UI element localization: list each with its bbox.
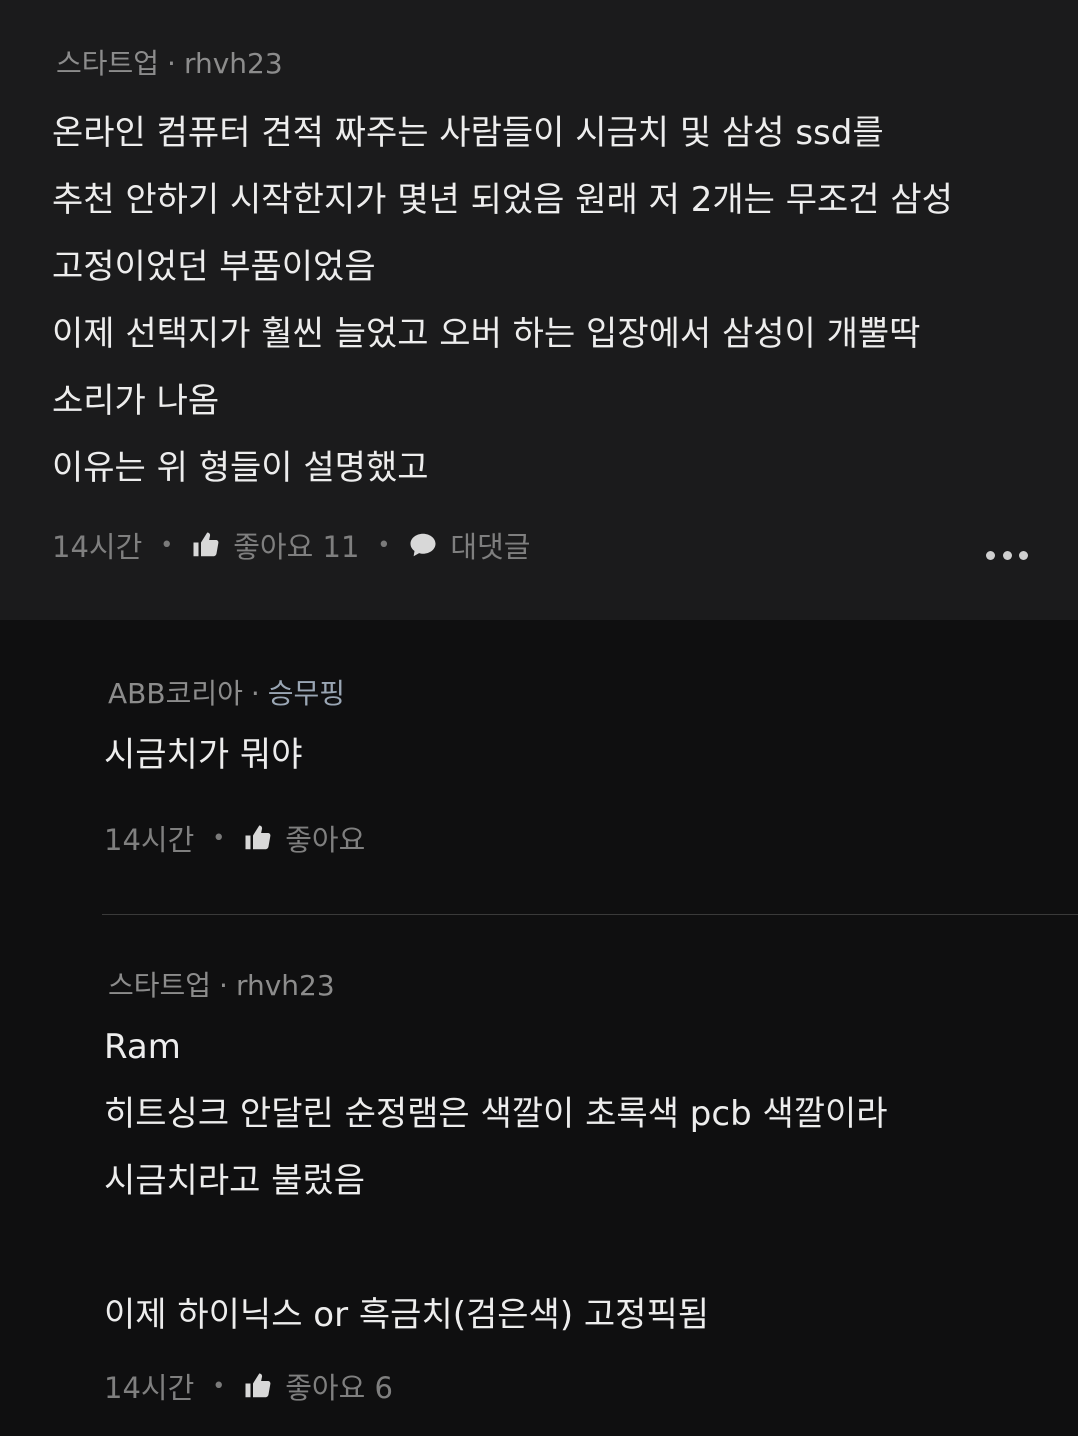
like-button[interactable]: 좋아요 11 — [233, 524, 359, 566]
reply-divider — [102, 914, 1078, 915]
more-dot — [986, 550, 995, 560]
speech-bubble-icon[interactable] — [408, 530, 438, 560]
separator-dot: · — [250, 677, 260, 710]
reply-meta: 14시간 • 좋아요 — [104, 818, 365, 858]
thumbs-up-icon[interactable] — [191, 530, 221, 560]
reply-author[interactable]: ABB코리아 · 승무핑 — [108, 676, 345, 712]
author-name[interactable]: rhvh23 — [184, 47, 283, 80]
separator-dot: • — [212, 825, 226, 851]
like-button[interactable]: 좋아요 — [285, 817, 365, 859]
author-name[interactable]: rhvh23 — [236, 969, 335, 1002]
comment-body: 온라인 컴퓨터 견적 짜주는 사람들이 시금치 및 삼성 ssd를 추천 안하기… — [52, 113, 953, 488]
comment-meta: 14시간 • 좋아요 11 • 대댓글 — [52, 525, 530, 565]
thumbs-up-icon[interactable] — [243, 823, 273, 853]
separator-dot: • — [212, 1373, 226, 1399]
author-org: 스타트업 — [108, 969, 212, 1002]
reply-time: 14시간 — [104, 823, 195, 857]
comment-author[interactable]: 스타트업 · rhvh23 — [56, 46, 283, 82]
author-org: 스타트업 — [56, 47, 160, 80]
separator-dot: • — [160, 532, 174, 558]
more-dot — [1019, 550, 1028, 560]
comment-card: 스타트업 · rhvh23 온라인 컴퓨터 견적 짜주는 사람들이 시금치 및 삼성… — [0, 0, 1078, 620]
like-button[interactable]: 좋아요 6 — [285, 1365, 393, 1407]
thumbs-up-icon[interactable] — [243, 1371, 273, 1401]
comment-time: 14시간 — [52, 530, 143, 564]
reply-author[interactable]: 스타트업 · rhvh23 — [108, 968, 335, 1004]
reply-button[interactable]: 대댓글 — [450, 524, 530, 566]
author-name[interactable]: 승무핑 — [268, 677, 345, 710]
reply-body: Ram 히트싱크 안달린 순정램은 색깔이 초록색 pcb 색깔이라 시금치라고… — [104, 1027, 888, 1335]
author-org: ABB코리아 — [108, 677, 243, 710]
separator-dot: · — [167, 47, 176, 80]
more-options-button[interactable] — [984, 540, 1030, 570]
separator-dot: · — [219, 969, 228, 1002]
reply-meta: 14시간 • 좋아요 6 — [104, 1366, 393, 1406]
separator-dot: • — [377, 532, 391, 558]
reply-body: 시금치가 뭐야 — [104, 735, 303, 775]
reply-time: 14시간 — [104, 1371, 195, 1405]
more-dot — [1002, 550, 1012, 560]
